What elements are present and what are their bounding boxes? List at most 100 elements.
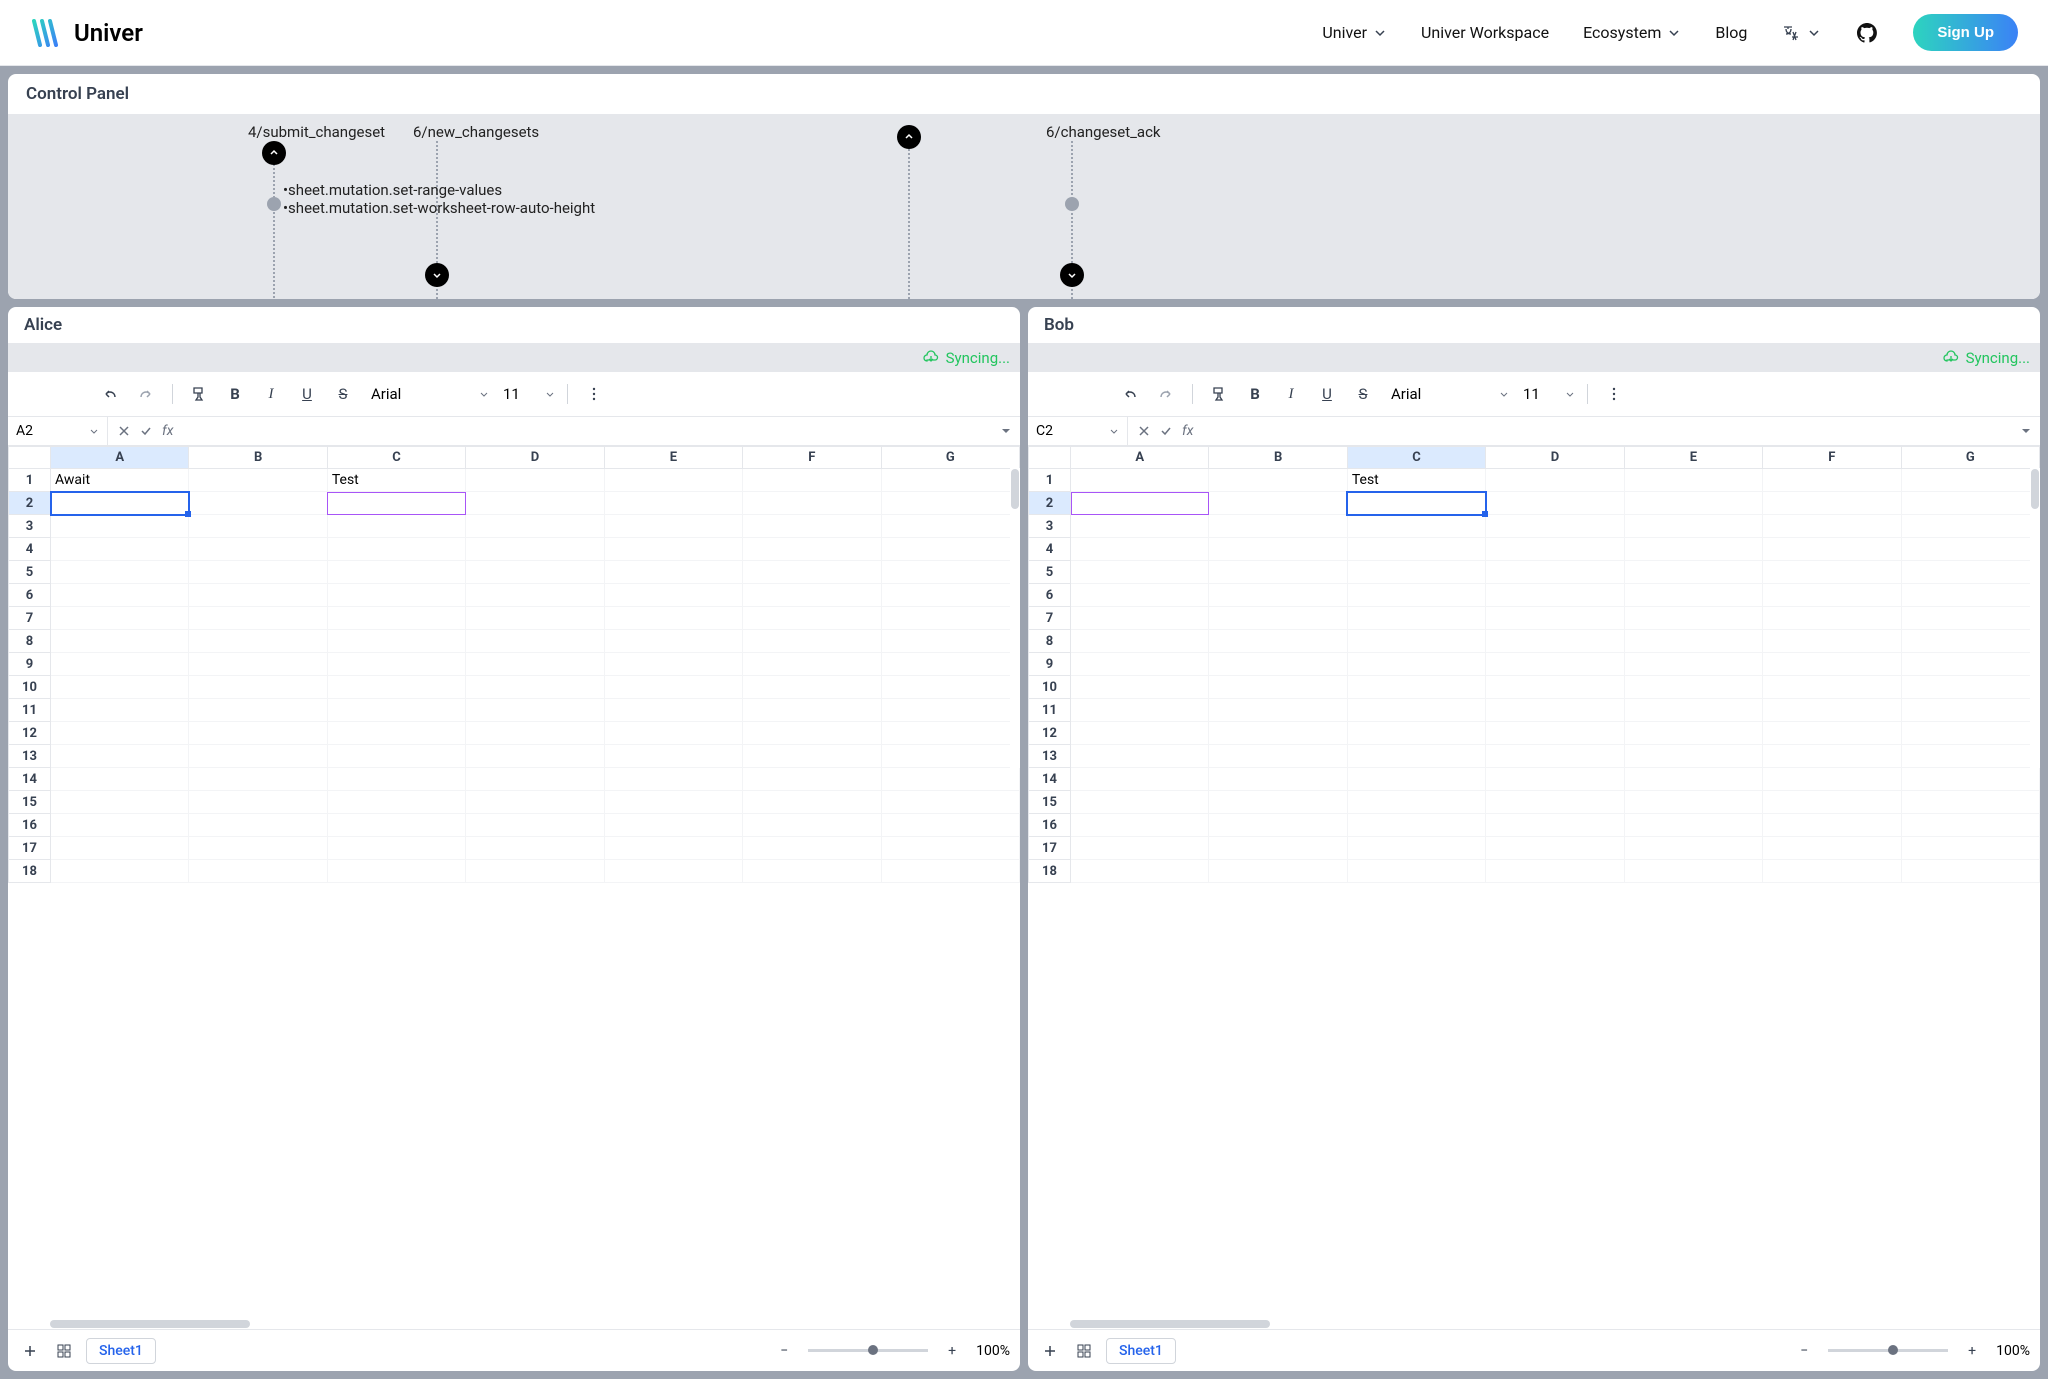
bold-button[interactable]: B [1241, 380, 1269, 408]
cell[interactable] [1624, 653, 1762, 676]
cell[interactable] [466, 515, 604, 538]
cell[interactable] [604, 837, 742, 860]
timeline-expand-button[interactable] [897, 125, 921, 149]
cell[interactable] [327, 584, 465, 607]
cell[interactable] [1486, 676, 1624, 699]
cell[interactable] [1763, 584, 1901, 607]
row-header[interactable]: 18 [1029, 860, 1071, 883]
cell[interactable] [189, 676, 327, 699]
cell[interactable] [743, 630, 881, 653]
cell[interactable] [466, 722, 604, 745]
cell[interactable] [881, 584, 1019, 607]
cell[interactable] [604, 699, 742, 722]
cell[interactable] [1763, 492, 1901, 515]
cell[interactable] [189, 630, 327, 653]
cell[interactable] [881, 814, 1019, 837]
cell[interactable] [1901, 515, 2039, 538]
column-header[interactable]: G [1901, 447, 2039, 469]
row-header[interactable]: 14 [9, 768, 51, 791]
italic-button[interactable]: I [1277, 380, 1305, 408]
cell[interactable] [881, 561, 1019, 584]
cell[interactable] [1901, 791, 2039, 814]
cell[interactable] [743, 653, 881, 676]
cell[interactable] [1347, 607, 1485, 630]
cell[interactable] [51, 791, 189, 814]
cell[interactable] [604, 630, 742, 653]
nav-github[interactable] [1855, 21, 1879, 45]
cell[interactable] [1624, 607, 1762, 630]
cell[interactable] [1624, 561, 1762, 584]
italic-button[interactable]: I [257, 380, 285, 408]
cell[interactable] [1347, 676, 1485, 699]
cell[interactable] [51, 722, 189, 745]
cancel-formula-button[interactable] [114, 421, 134, 441]
cell[interactable] [1763, 653, 1901, 676]
cell[interactable] [327, 837, 465, 860]
cell[interactable] [327, 768, 465, 791]
cell[interactable] [189, 722, 327, 745]
column-header[interactable]: C [1347, 447, 1485, 469]
cell[interactable] [1763, 515, 1901, 538]
row-header[interactable]: 16 [1029, 814, 1071, 837]
cell[interactable] [189, 515, 327, 538]
row-header[interactable]: 9 [9, 653, 51, 676]
cell[interactable] [1071, 607, 1209, 630]
cell[interactable] [604, 745, 742, 768]
cell[interactable] [743, 676, 881, 699]
cell[interactable] [1347, 561, 1485, 584]
cell[interactable] [881, 538, 1019, 561]
cell[interactable] [466, 837, 604, 860]
cell[interactable] [1209, 515, 1347, 538]
cell[interactable] [189, 492, 327, 515]
cell[interactable] [1209, 791, 1347, 814]
cell[interactable] [1347, 837, 1485, 860]
row-header[interactable]: 1 [9, 469, 51, 492]
cell[interactable] [327, 722, 465, 745]
cell[interactable] [51, 814, 189, 837]
cell[interactable] [189, 538, 327, 561]
cell[interactable]: Await [51, 469, 189, 492]
cell[interactable] [743, 860, 881, 883]
cell[interactable]: Test [1347, 469, 1485, 492]
cell[interactable] [466, 653, 604, 676]
select-all[interactable] [9, 447, 51, 469]
cell[interactable] [189, 745, 327, 768]
cell[interactable] [1763, 630, 1901, 653]
cell[interactable] [51, 837, 189, 860]
cell[interactable] [1071, 630, 1209, 653]
cell[interactable] [743, 745, 881, 768]
cell[interactable] [743, 492, 881, 515]
row-header[interactable]: 6 [1029, 584, 1071, 607]
cell[interactable] [1071, 584, 1209, 607]
column-header[interactable]: F [1763, 447, 1901, 469]
formula-expand-button[interactable] [992, 425, 1020, 437]
timeline-expand-button[interactable] [262, 141, 286, 165]
cell[interactable] [466, 860, 604, 883]
cell[interactable] [604, 791, 742, 814]
cell[interactable] [1624, 538, 1762, 561]
cell[interactable] [327, 630, 465, 653]
cell[interactable] [1209, 469, 1347, 492]
row-header[interactable]: 11 [1029, 699, 1071, 722]
nav-language[interactable] [1781, 23, 1821, 43]
cell[interactable] [466, 814, 604, 837]
cell[interactable]: Test [327, 469, 465, 492]
cell[interactable] [1624, 630, 1762, 653]
cell[interactable] [1209, 538, 1347, 561]
row-header[interactable]: 2 [9, 492, 51, 515]
add-sheet-button[interactable] [18, 1339, 42, 1363]
column-header[interactable]: G [881, 447, 1019, 469]
cell[interactable] [881, 653, 1019, 676]
cell[interactable] [1071, 860, 1209, 883]
cell[interactable] [1486, 653, 1624, 676]
cell[interactable] [604, 653, 742, 676]
sheet-tab[interactable]: Sheet1 [86, 1338, 156, 1364]
cell[interactable] [743, 561, 881, 584]
font-select[interactable]: Arial [365, 385, 495, 403]
cell[interactable] [881, 722, 1019, 745]
cell[interactable] [1209, 699, 1347, 722]
cell[interactable] [1071, 768, 1209, 791]
cell[interactable] [1486, 768, 1624, 791]
cell[interactable] [51, 860, 189, 883]
font-size-select[interactable]: 11 [1523, 385, 1575, 403]
